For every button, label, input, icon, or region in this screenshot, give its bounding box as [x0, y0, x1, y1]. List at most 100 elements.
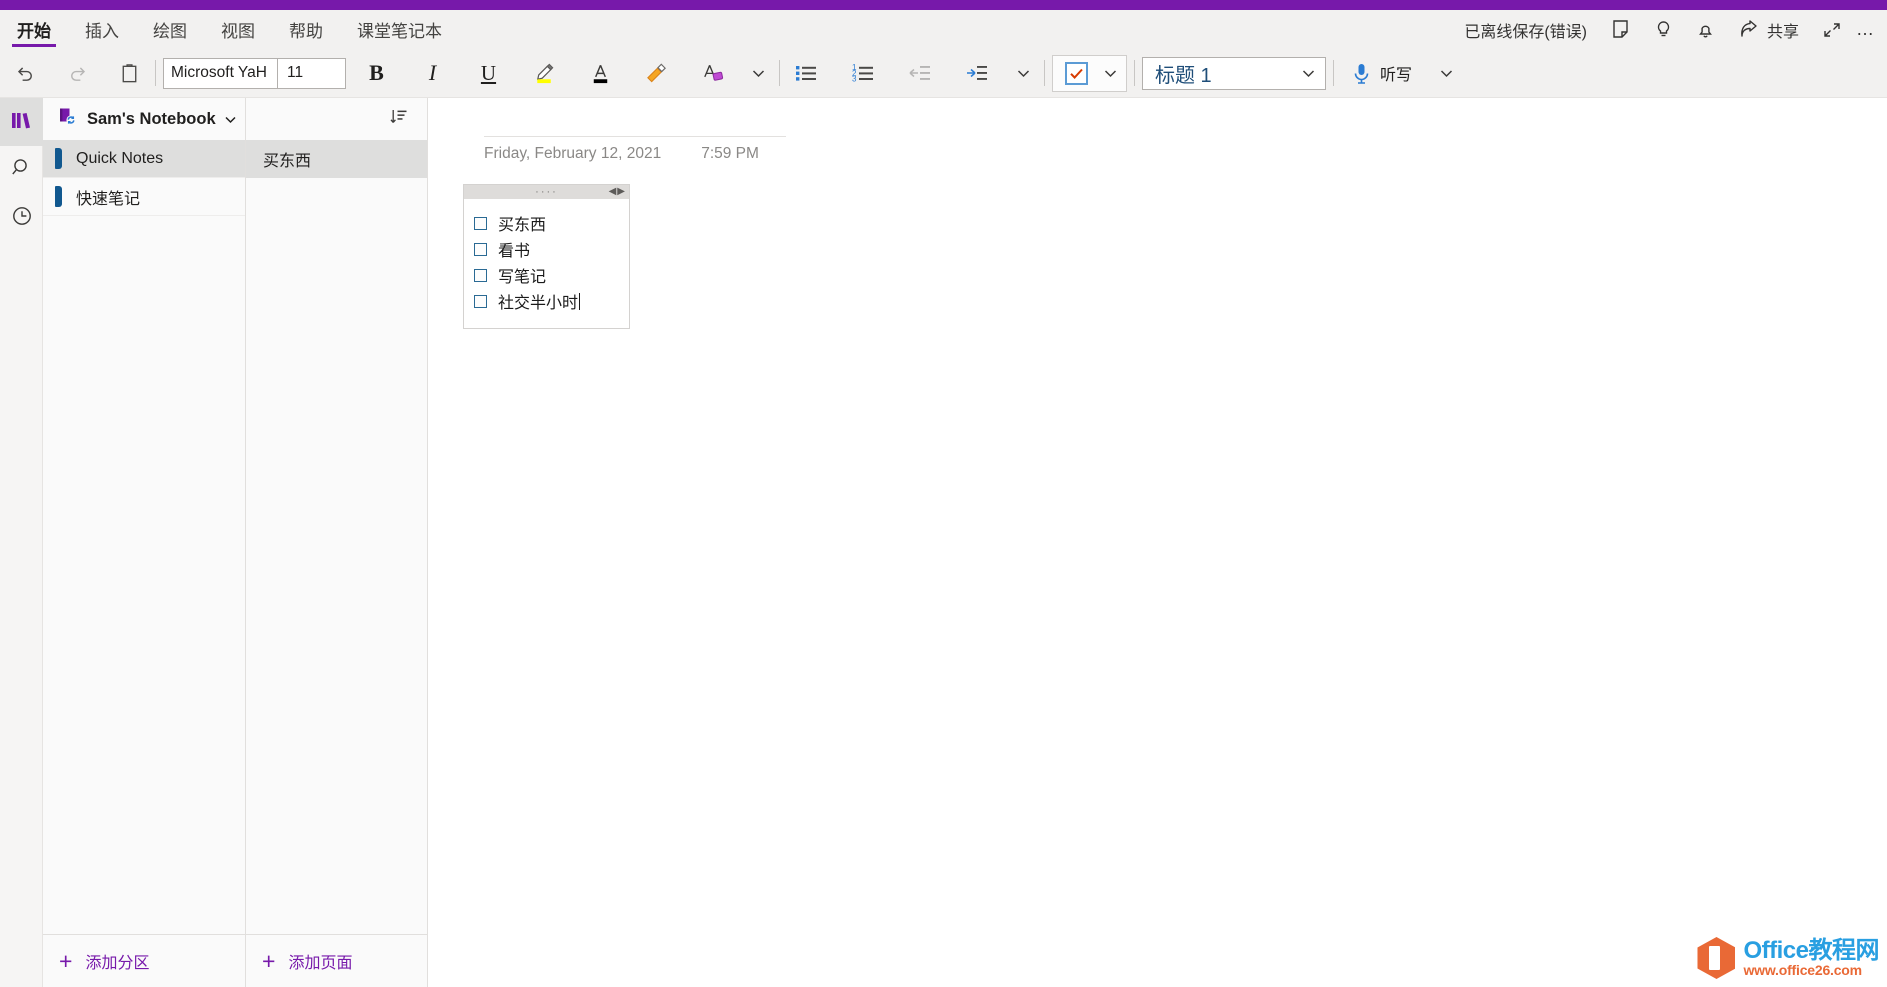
- sections-panel: Sam's Notebook Quick Notes 快速笔记 + 添加分区: [43, 98, 246, 987]
- todo-item[interactable]: 买东西: [464, 210, 629, 236]
- numbered-list-icon: 1 2 3: [850, 62, 876, 84]
- section-item-quick-notes[interactable]: Quick Notes: [43, 140, 245, 178]
- dictate-button[interactable]: 听写: [1341, 55, 1422, 92]
- underline-label: U: [481, 61, 496, 86]
- note-container-handle[interactable]: ···· ◀▶: [464, 185, 629, 199]
- todo-tag-dropdown-button[interactable]: [1096, 55, 1124, 92]
- notebooks-icon: [9, 109, 34, 136]
- font-size-input[interactable]: 11: [278, 58, 346, 89]
- chevron-down-icon: [1102, 65, 1119, 82]
- decrease-indent-icon: [907, 62, 933, 84]
- share-button[interactable]: 共享: [1727, 10, 1811, 49]
- todo-item[interactable]: 看书: [464, 236, 629, 262]
- bold-button[interactable]: B: [358, 55, 395, 92]
- undo-icon: [14, 62, 37, 85]
- resize-arrows-icon[interactable]: ◀▶: [609, 186, 626, 198]
- chevron-down-icon: [750, 65, 767, 82]
- clipboard-button[interactable]: [111, 55, 148, 92]
- tab-insert[interactable]: 插入: [68, 10, 136, 49]
- redo-button[interactable]: [59, 55, 96, 92]
- tab-insert-label: 插入: [85, 17, 119, 42]
- timestamp-date: Friday, February 12, 2021: [484, 145, 661, 163]
- dictate-dropdown-button[interactable]: [1432, 55, 1460, 92]
- divider: [779, 60, 780, 86]
- page-item-maidongxi[interactable]: 买东西: [246, 140, 427, 178]
- sort-icon[interactable]: [389, 107, 409, 132]
- todo-text: 看书: [498, 237, 530, 261]
- section-item-kuaisu-biji[interactable]: 快速笔记: [43, 178, 245, 216]
- recent-notes-icon: [10, 204, 34, 233]
- underline-button[interactable]: U: [470, 55, 507, 92]
- italic-button[interactable]: I: [414, 55, 451, 92]
- todo-item[interactable]: 写笔记: [464, 262, 629, 288]
- tab-view[interactable]: 视图: [204, 10, 272, 49]
- checkbox-icon[interactable]: [474, 243, 487, 256]
- style-dropdown[interactable]: 标题 1: [1142, 57, 1326, 90]
- checkbox-icon[interactable]: [474, 269, 487, 282]
- chevron-down-icon: [1300, 65, 1317, 82]
- page-timestamp: Friday, February 12, 2021 7:59 PM: [484, 136, 786, 163]
- numbering-button[interactable]: 1 2 3: [844, 55, 881, 92]
- menu-right-group: 已离线保存(错误) 共享 …: [1450, 10, 1887, 49]
- todo-text: 社交半小时: [498, 289, 578, 313]
- section-label: Quick Notes: [76, 150, 163, 168]
- svg-text:3: 3: [852, 75, 857, 84]
- notebook-sync-icon: [57, 106, 78, 132]
- font-color-button[interactable]: [582, 55, 619, 92]
- lightbulb-icon[interactable]: [1643, 10, 1685, 49]
- tab-home[interactable]: 开始: [0, 10, 68, 49]
- watermark-url: www.office26.com: [1743, 963, 1879, 978]
- divider: [1134, 60, 1135, 86]
- rail-recent-notes-button[interactable]: [0, 194, 43, 242]
- menu-bar: 开始 插入 绘图 视图 帮助 课堂笔记本 已离线保存(错误) 共享 …: [0, 10, 1887, 49]
- bullets-button[interactable]: [787, 55, 824, 92]
- clear-formatting-button[interactable]: [694, 55, 731, 92]
- tab-help[interactable]: 帮助: [272, 10, 340, 49]
- tab-draw[interactable]: 绘图: [136, 10, 204, 49]
- highlighter-icon: [532, 60, 557, 86]
- paragraph-options-expand-button[interactable]: [1009, 55, 1037, 92]
- increase-indent-button[interactable]: [958, 55, 995, 92]
- note-canvas[interactable]: Friday, February 12, 2021 7:59 PM ···· ◀…: [428, 98, 1887, 987]
- save-status: 已离线保存(错误): [1450, 18, 1601, 42]
- tab-draw-label: 绘图: [153, 17, 187, 42]
- notebook-header[interactable]: Sam's Notebook: [43, 98, 245, 140]
- todo-item[interactable]: 社交半小时: [464, 288, 629, 314]
- clipboard-icon: [118, 62, 141, 85]
- section-label: 快速笔记: [76, 185, 140, 209]
- divider: [1333, 60, 1334, 86]
- pages-panel: 买东西 + 添加页面: [246, 98, 428, 987]
- divider: [155, 60, 156, 86]
- ribbon-tabs: 开始 插入 绘图 视图 帮助 课堂笔记本: [0, 10, 459, 49]
- timestamp-time: 7:59 PM: [701, 145, 759, 163]
- checkbox-checked-icon[interactable]: [1065, 62, 1088, 85]
- rail-search-button[interactable]: [0, 146, 43, 194]
- checkbox-icon[interactable]: [474, 295, 487, 308]
- section-color-swatch: [55, 186, 62, 207]
- navigation-rail: [0, 98, 43, 987]
- rail-notebooks-button[interactable]: [0, 98, 43, 146]
- page-label: 买东西: [263, 147, 311, 171]
- clear-formatting-icon: [700, 60, 725, 86]
- sticky-note-icon[interactable]: [1601, 10, 1643, 49]
- add-page-button[interactable]: + 添加页面: [246, 934, 427, 987]
- highlight-button[interactable]: [526, 55, 563, 92]
- undo-button[interactable]: [7, 55, 44, 92]
- plus-icon: +: [262, 950, 275, 973]
- notebook-dropdown-caret-icon[interactable]: [223, 112, 238, 127]
- bell-icon[interactable]: [1685, 10, 1727, 49]
- chevron-down-icon: [1015, 65, 1032, 82]
- decrease-indent-button[interactable]: [901, 55, 938, 92]
- note-container[interactable]: ···· ◀▶ 买东西 看书 写笔记 社交半小时: [463, 184, 630, 329]
- format-painter-button[interactable]: [638, 55, 675, 92]
- checkbox-icon[interactable]: [474, 217, 487, 230]
- font-options-expand-button[interactable]: [744, 55, 772, 92]
- tab-class-notebook[interactable]: 课堂笔记本: [340, 10, 459, 49]
- add-section-button[interactable]: + 添加分区: [43, 934, 245, 987]
- office-logo-icon: [1697, 937, 1735, 979]
- expand-icon[interactable]: [1811, 10, 1853, 49]
- todo-text: 写笔记: [498, 263, 546, 287]
- font-name-input[interactable]: Microsoft YaH: [163, 58, 278, 89]
- more-options-button[interactable]: …: [1853, 10, 1877, 49]
- watermark-text: Office教程网 www.office26.com: [1743, 938, 1879, 978]
